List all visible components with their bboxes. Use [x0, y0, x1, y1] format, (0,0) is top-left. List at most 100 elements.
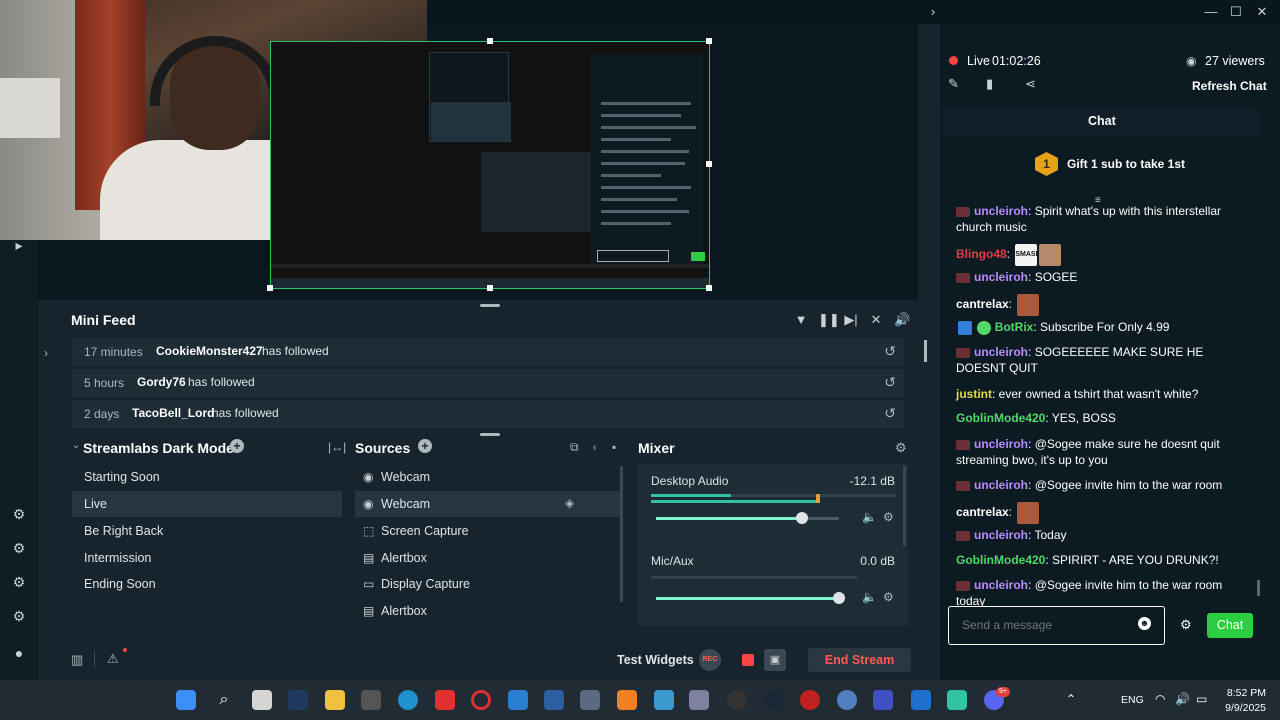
source-item[interactable]: ▭ Display Capture — [355, 571, 620, 597]
save-replay-icon[interactable]: ▣ — [764, 649, 786, 671]
scrollbar[interactable] — [924, 340, 927, 362]
send-chat-button[interactable]: Chat — [1207, 613, 1253, 638]
app-icon[interactable] — [689, 690, 709, 710]
media-player-icon[interactable] — [727, 690, 747, 710]
language-indicator[interactable]: ENG — [1121, 694, 1144, 706]
refresh-chat-button[interactable]: Refresh Chat — [1192, 79, 1267, 93]
source-item[interactable]: ▤ Alertbox — [355, 545, 620, 571]
volume-icon[interactable]: 🔈 — [862, 590, 877, 604]
streamlabs-icon[interactable] — [947, 690, 967, 710]
clip-icon[interactable]: ▮ — [986, 76, 993, 92]
scene-item[interactable]: Starting Soon — [72, 464, 342, 490]
replay-icon[interactable]: ↺ — [884, 343, 896, 360]
scene-collection-title[interactable]: Streamlabs Dark Mode — [83, 440, 234, 456]
edge-icon[interactable] — [398, 690, 418, 710]
chat-scrollbar[interactable] — [1257, 580, 1260, 596]
profile-icon[interactable]: ● — [10, 644, 28, 662]
add-scene-icon[interactable]: + — [230, 439, 244, 453]
app-icon[interactable] — [544, 690, 564, 710]
skip-icon[interactable]: ▶| — [843, 312, 859, 328]
headset-icon[interactable] — [873, 690, 893, 710]
chat-message-input[interactable] — [962, 614, 1132, 636]
vlc-icon[interactable] — [617, 690, 637, 710]
resize-handle[interactable] — [706, 161, 712, 167]
search-icon[interactable]: ⌕ — [214, 690, 234, 710]
volume-slider-knob[interactable] — [833, 592, 845, 604]
settings-icon[interactable]: ⚙ — [10, 607, 28, 625]
app-icon[interactable] — [911, 690, 931, 710]
chat-username[interactable]: justint — [956, 387, 992, 401]
volume-icon[interactable]: 🔊 — [894, 312, 910, 328]
chat-username[interactable]: GoblinMode420 — [956, 411, 1045, 425]
chat-settings-icon[interactable]: ⚙ — [1180, 617, 1192, 633]
panel-resize-handle[interactable] — [480, 433, 500, 436]
emoji-icon[interactable]: ☻ — [1138, 617, 1151, 630]
source-item[interactable]: ◉ Webcam ◈ — [355, 491, 620, 517]
hidden-eye-icon[interactable]: ◈ — [565, 496, 574, 510]
maximize-icon[interactable]: ☐ — [1227, 3, 1245, 21]
unlock-icon[interactable]: ◐ — [592, 440, 599, 454]
chat-username[interactable]: Blingo48 — [956, 247, 1007, 261]
resize-handle[interactable] — [487, 38, 493, 44]
transition-icon[interactable]: |↔| — [328, 440, 346, 454]
replay-icon[interactable]: ↺ — [884, 374, 896, 391]
mute-alerts-icon[interactable]: ✕ — [868, 312, 884, 328]
source-item[interactable]: ▤ Alertbox — [355, 598, 620, 624]
channel-settings-icon[interactable]: ⚙ — [883, 510, 894, 524]
file-explorer-icon[interactable] — [325, 690, 345, 710]
feed-user[interactable]: Gordy76 — [137, 375, 186, 389]
share-icon[interactable]: ⋖ — [1025, 76, 1036, 92]
app-icon[interactable] — [654, 690, 674, 710]
chat-username[interactable]: uncleiroh — [974, 437, 1028, 451]
resize-handle[interactable] — [706, 285, 712, 291]
scene-item[interactable]: Live — [72, 491, 342, 517]
windows-start-icon[interactable] — [176, 690, 196, 710]
performance-icon[interactable]: ▥ — [71, 652, 83, 668]
wifi-icon[interactable]: ◠ — [1155, 692, 1165, 706]
opera-icon[interactable] — [471, 690, 491, 710]
task-view-icon[interactable] — [252, 690, 272, 710]
record-button[interactable]: REC — [699, 649, 721, 671]
steam-icon[interactable] — [764, 690, 784, 710]
add-source-icon[interactable]: + — [418, 439, 432, 453]
stop-replay-icon[interactable] — [742, 654, 754, 666]
scene-item[interactable]: Be Right Back — [72, 518, 342, 544]
chat-username[interactable]: BotRix — [995, 320, 1034, 334]
chat-username[interactable]: uncleiroh — [974, 478, 1028, 492]
source-item[interactable]: ◉ Webcam — [355, 464, 620, 490]
pause-icon[interactable]: ❚❚ — [818, 312, 840, 328]
scene-item[interactable]: Ending Soon — [72, 571, 342, 597]
volume-icon[interactable]: 🔈 — [862, 510, 877, 524]
test-widgets-button[interactable]: Test Widgets — [617, 653, 694, 667]
chat-username[interactable]: uncleiroh — [974, 578, 1028, 592]
resize-handle[interactable] — [267, 285, 273, 291]
alert-icon[interactable]: ⚠ — [107, 651, 119, 667]
resize-handle[interactable] — [706, 38, 712, 44]
chevron-right-icon[interactable]: › — [924, 3, 942, 21]
feed-user[interactable]: CookieMonster427 — [156, 344, 263, 358]
app-icon[interactable] — [580, 690, 600, 710]
scrollbar[interactable] — [620, 466, 623, 602]
taskbar-date[interactable]: 9/9/2025 — [1216, 702, 1266, 714]
puzzle-icon[interactable]: ⚙ — [10, 505, 28, 523]
chevron-right-icon[interactable]: › — [44, 346, 48, 360]
close-icon[interactable]: ✕ — [1253, 3, 1271, 21]
chat-username[interactable]: uncleiroh — [974, 345, 1028, 359]
battery-icon[interactable]: ▭ — [1196, 692, 1207, 706]
volume-slider-knob[interactable] — [796, 512, 808, 524]
app-icon[interactable] — [837, 690, 857, 710]
edit-stream-icon[interactable]: ✎ — [948, 76, 959, 92]
group-icon[interactable]: ⧉ — [570, 440, 579, 455]
chat-username[interactable]: cantrelax — [956, 505, 1009, 519]
photos-icon[interactable] — [508, 690, 528, 710]
viewer-count[interactable]: 27 viewers — [1205, 54, 1265, 68]
end-stream-button[interactable]: End Stream — [808, 648, 911, 672]
app-icon[interactable] — [435, 690, 455, 710]
integration-icon[interactable]: ⚙ — [10, 539, 28, 557]
replay-icon[interactable]: ↺ — [884, 405, 896, 422]
minimize-icon[interactable]: — — [1202, 3, 1220, 21]
chat-username[interactable]: uncleiroh — [974, 270, 1028, 284]
folder-icon[interactable]: ▪ — [612, 440, 616, 454]
chevron-up-icon[interactable]: ⌃ — [1066, 692, 1076, 706]
feed-user[interactable]: TacoBell_Lord — [132, 406, 214, 420]
